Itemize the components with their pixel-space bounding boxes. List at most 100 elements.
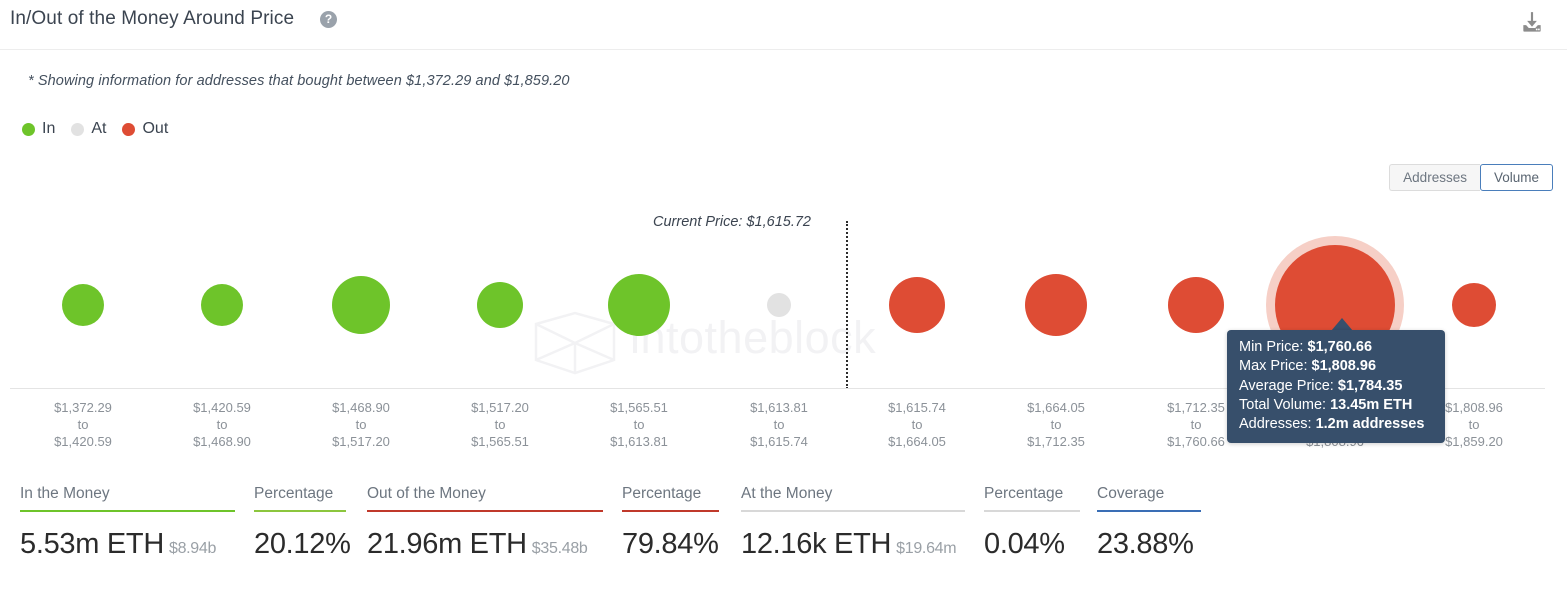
tick-separator: to [193, 416, 251, 433]
stat-label-out-percentage: Percentage [622, 485, 719, 510]
tick-min: $1,420.59 [193, 399, 251, 416]
tick-min: $1,615.74 [888, 399, 946, 416]
bubble-in-0[interactable] [62, 284, 104, 326]
tick-max: $1,615.74 [750, 433, 808, 450]
tooltip-row-3: Total Volume: 13.45m ETH [1239, 396, 1433, 415]
stat-label-out-of-the-money: Out of the Money [367, 485, 603, 510]
info-note: * Showing information for addresses that… [28, 73, 570, 89]
tick-separator: to [1027, 416, 1085, 433]
tick-separator: to [332, 416, 390, 433]
stat-subvalue-out-of-the-money: $35.48b [532, 540, 588, 557]
current-price-label: Current Price: $1,615.72 [653, 214, 811, 230]
watermark-text: intotheblock [630, 312, 876, 364]
stat-in-the-money: In the Money 5.53m ETH$8.94b [20, 485, 235, 561]
tick-separator: to [750, 416, 808, 433]
x-axis-tick-7: $1,664.05to$1,712.35 [1027, 399, 1085, 450]
download-icon[interactable] [1519, 10, 1545, 36]
x-axis-tick-10: $1,808.96to$1,859.20 [1445, 399, 1503, 450]
tooltip-row-label: Average Price: [1239, 378, 1338, 394]
stat-at-percentage: Percentage0.04% [984, 485, 1080, 561]
bubble-in-4[interactable] [608, 274, 670, 336]
stat-rule-in-the-money [20, 510, 235, 512]
stat-label-coverage: Coverage [1097, 485, 1201, 510]
bubble-out-10[interactable] [1452, 283, 1496, 327]
stat-value-in-the-money: 5.53m ETH$8.94b [20, 528, 235, 561]
legend-dot-out-icon [122, 123, 135, 136]
tick-min: $1,468.90 [332, 399, 390, 416]
tooltip-row-label: Total Volume: [1239, 397, 1330, 413]
x-axis-tick-0: $1,372.29to$1,420.59 [54, 399, 112, 450]
stat-out-of-the-money: Out of the Money 21.96m ETH$35.48b [367, 485, 603, 561]
stat-rule-at-the-money [741, 510, 965, 512]
tick-separator: to [1445, 416, 1503, 433]
summary-stats: In the Money 5.53m ETH$8.94b Percentage 20.… [0, 485, 1567, 575]
bubble-out-8[interactable] [1168, 277, 1224, 333]
tooltip-row-value: $1,760.66 [1308, 339, 1373, 355]
stat-label-in-the-money: In the Money [20, 485, 235, 510]
tick-separator: to [888, 416, 946, 433]
tick-min: $1,565.51 [610, 399, 668, 416]
tooltip-row-value: 1.2m addresses [1316, 416, 1425, 432]
tooltip-row-2: Average Price: $1,784.35 [1239, 377, 1433, 396]
tooltip-row-value: 13.45m ETH [1330, 397, 1412, 413]
legend-label-in: In [42, 120, 55, 138]
tooltip-row-label: Max Price: [1239, 358, 1312, 374]
tick-min: $1,712.35 [1167, 399, 1225, 416]
tick-separator: to [610, 416, 668, 433]
x-axis-tick-1: $1,420.59to$1,468.90 [193, 399, 251, 450]
stat-in-percentage: Percentage 20.12% [254, 485, 346, 561]
tick-separator: to [54, 416, 112, 433]
chart-panel: In/Out of the Money Around Price ? * Sho… [0, 0, 1567, 600]
tick-max: $1,613.81 [610, 433, 668, 450]
stat-rule-out-of-the-money [367, 510, 603, 512]
help-icon[interactable]: ? [320, 11, 337, 28]
toggle-volume-button[interactable]: Volume [1480, 164, 1553, 191]
x-axis-tick-3: $1,517.20to$1,565.51 [471, 399, 529, 450]
legend-item-out[interactable]: Out [122, 120, 168, 138]
tooltip-row-value: $1,808.96 [1312, 358, 1377, 374]
stat-value-out-of-the-money: 21.96m ETH$35.48b [367, 528, 603, 561]
tick-separator: to [1167, 416, 1225, 433]
metric-toggle-group[interactable]: Addresses Volume [1389, 164, 1553, 191]
legend-label-out: Out [142, 120, 168, 138]
stat-label-in-percentage: Percentage [254, 485, 346, 510]
tick-max: $1,712.35 [1027, 433, 1085, 450]
stat-at-the-money: At the Money12.16k ETH$19.64m [741, 485, 965, 561]
bubble-out-7[interactable] [1025, 274, 1087, 336]
tick-min: $1,372.29 [54, 399, 112, 416]
x-axis-tick-8: $1,712.35to$1,760.66 [1167, 399, 1225, 450]
x-axis-tick-4: $1,565.51to$1,613.81 [610, 399, 668, 450]
page-title: In/Out of the Money Around Price [10, 8, 294, 30]
toggle-addresses-button[interactable]: Addresses [1389, 164, 1480, 191]
tick-min: $1,517.20 [471, 399, 529, 416]
bubble-in-1[interactable] [201, 284, 243, 326]
legend-item-at[interactable]: At [71, 120, 106, 138]
bubble-in-2[interactable] [332, 276, 390, 334]
stat-label-at-the-money: At the Money [741, 485, 965, 510]
bubble-out-6[interactable] [889, 277, 945, 333]
tick-separator: to [471, 416, 529, 433]
legend-label-at: At [91, 120, 106, 138]
stat-rule-out-percentage [622, 510, 719, 512]
stat-value-out-percentage: 79.84% [622, 528, 719, 561]
tooltip-row-0: Min Price: $1,760.66 [1239, 338, 1433, 357]
legend-item-in[interactable]: In [22, 120, 55, 138]
stat-out-percentage: Percentage 79.84% [622, 485, 719, 561]
current-price-line [846, 221, 848, 389]
stat-rule-at-percentage [984, 510, 1080, 512]
tick-max: $1,468.90 [193, 433, 251, 450]
stat-subvalue-at-the-money: $19.64m [896, 540, 956, 557]
bubble-in-3[interactable] [477, 282, 523, 328]
tick-max: $1,517.20 [332, 433, 390, 450]
tooltip-row-4: Addresses: 1.2m addresses [1239, 415, 1433, 434]
panel-header: In/Out of the Money Around Price ? [0, 0, 1567, 50]
tick-max: $1,859.20 [1445, 433, 1503, 450]
legend-dot-in-icon [22, 123, 35, 136]
stat-subvalue-in-the-money: $8.94b [169, 540, 216, 557]
x-axis-tick-5: $1,613.81to$1,615.74 [750, 399, 808, 450]
x-axis-tick-6: $1,615.74to$1,664.05 [888, 399, 946, 450]
stat-value-in-percentage: 20.12% [254, 528, 346, 561]
tick-min: $1,664.05 [1027, 399, 1085, 416]
bubble-at-5[interactable] [767, 293, 791, 317]
stat-value-coverage: 23.88% [1097, 528, 1201, 561]
